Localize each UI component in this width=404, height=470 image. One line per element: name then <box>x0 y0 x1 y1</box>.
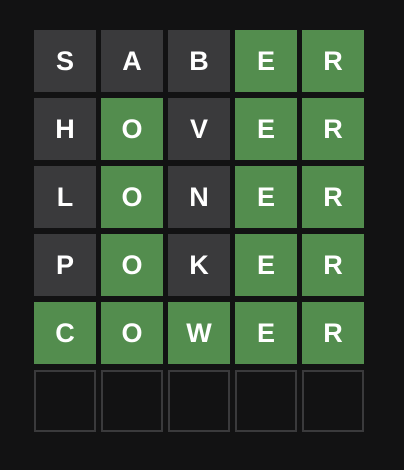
tile-r4-c2: O <box>101 234 163 296</box>
tile-r3-c1: L <box>34 166 96 228</box>
tile-r6-c4 <box>235 370 297 432</box>
tile-r1-c5: R <box>302 30 364 92</box>
tile-r3-c5: R <box>302 166 364 228</box>
tile-r2-c4: E <box>235 98 297 160</box>
tile-r2-c5: R <box>302 98 364 160</box>
game-board: S A B E R H O V E R L O N E R P O K E R … <box>34 30 364 432</box>
tile-r3-c2: O <box>101 166 163 228</box>
tile-r2-c1: H <box>34 98 96 160</box>
tile-r2-c3: V <box>168 98 230 160</box>
tile-r5-c1: C <box>34 302 96 364</box>
tile-r4-c4: E <box>235 234 297 296</box>
tile-r5-c5: R <box>302 302 364 364</box>
tile-r3-c3: N <box>168 166 230 228</box>
tile-r5-c3: W <box>168 302 230 364</box>
tile-r1-c2: A <box>101 30 163 92</box>
tile-r6-c1 <box>34 370 96 432</box>
tile-r1-c1: S <box>34 30 96 92</box>
tile-r4-c1: P <box>34 234 96 296</box>
tile-r2-c2: O <box>101 98 163 160</box>
tile-r4-c3: K <box>168 234 230 296</box>
tile-r3-c4: E <box>235 166 297 228</box>
tile-r1-c4: E <box>235 30 297 92</box>
tile-r6-c2 <box>101 370 163 432</box>
tile-r6-c5 <box>302 370 364 432</box>
tile-r5-c2: O <box>101 302 163 364</box>
tile-r5-c4: E <box>235 302 297 364</box>
tile-r4-c5: R <box>302 234 364 296</box>
tile-r1-c3: B <box>168 30 230 92</box>
tile-r6-c3 <box>168 370 230 432</box>
